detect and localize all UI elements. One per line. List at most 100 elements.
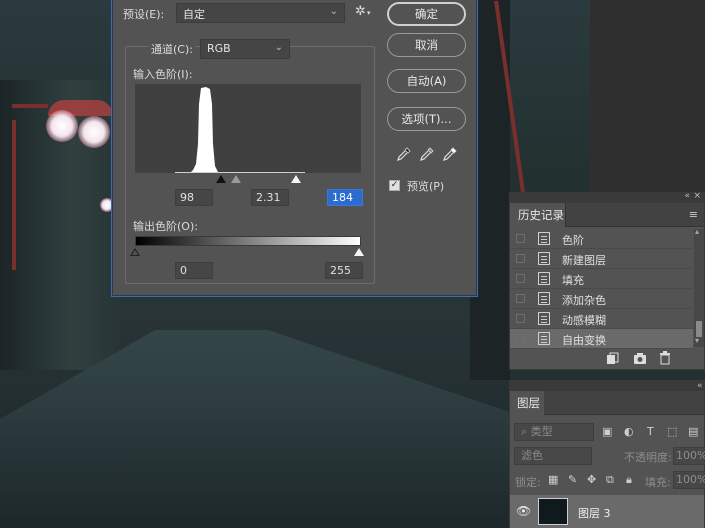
blend-mode-dropdown[interactable]: 滤色 — [514, 447, 592, 465]
snapshot-source-box[interactable] — [516, 274, 525, 283]
layer-thumbnail — [538, 498, 568, 525]
input-gamma-field[interactable]: 2.31 — [251, 189, 289, 206]
close-icon[interactable]: × — [693, 191, 701, 201]
output-black-field[interactable]: 0 — [175, 262, 213, 279]
history-item-label: 动感模糊 — [562, 314, 606, 327]
input-black-slider[interactable] — [216, 175, 226, 183]
white-point-eyedropper-icon[interactable] — [442, 146, 458, 162]
history-item[interactable]: 新建图层 — [510, 249, 693, 269]
history-item[interactable]: 动感模糊 — [510, 309, 693, 329]
history-item[interactable]: 色阶 — [510, 229, 693, 249]
output-gradient-bar — [135, 236, 361, 246]
lock-all-icon[interactable]: 🔒︎ — [626, 473, 632, 487]
history-panel: « × 历史记录 ≡ 色阶 新建图层 填充 添加杂色 动感模糊 自由变换 ▴ ▾ — [509, 191, 705, 370]
chevron-down-icon: ⌄ — [329, 6, 338, 17]
panel-topbar — [510, 381, 704, 391]
preset-label: 预设(E): — [123, 8, 165, 21]
snapshot-source-box[interactable] — [516, 334, 525, 343]
lamp-pole — [12, 120, 16, 270]
output-white-slider[interactable] — [354, 248, 364, 256]
preview-checkbox[interactable]: ✓ — [389, 180, 400, 191]
opacity-label: 不透明度: — [624, 451, 672, 464]
lock-position-icon[interactable]: ✥ — [587, 473, 596, 486]
ok-button[interactable]: 确定 — [387, 2, 466, 26]
snapshot-source-box[interactable] — [516, 314, 525, 323]
history-item[interactable]: 填充 — [510, 269, 693, 289]
channel-value: RGB — [207, 42, 231, 55]
input-white-slider[interactable] — [291, 175, 301, 183]
fill-label: 填充: — [645, 476, 671, 489]
auto-button[interactable]: 自动(A) — [387, 69, 466, 93]
gear-menu-arrow-icon: ▾ — [367, 9, 371, 17]
snapshot-source-box[interactable] — [516, 234, 525, 243]
search-icon: ⌕ — [521, 425, 528, 438]
panel-menu-icon[interactable]: ≡ — [689, 208, 698, 221]
preset-dropdown[interactable]: 自定 ⌄ — [176, 3, 345, 23]
history-item-label: 新建图层 — [562, 254, 606, 267]
channel-label: 通道(C): — [149, 41, 195, 57]
channel-dropdown[interactable]: RGB ⌄ — [200, 39, 290, 59]
smart-object-filter-icon[interactable]: ▤ — [688, 425, 698, 438]
history-tabs: 历史记录 ≡ — [510, 203, 704, 227]
tab-layers[interactable]: 图层 — [510, 391, 544, 415]
shape-filter-icon[interactable]: ⬚ — [667, 425, 677, 438]
preview-label: 预览(P) — [407, 180, 445, 193]
visibility-eye-icon[interactable]: 👁︎ — [516, 504, 531, 518]
lock-artboard-icon[interactable]: ⧉ — [606, 473, 614, 487]
snapshot-source-box[interactable] — [516, 254, 525, 263]
history-state-icon — [538, 332, 550, 345]
fill-field[interactable]: 100% — [673, 471, 705, 489]
history-item-active[interactable]: 自由变换 — [510, 329, 693, 349]
history-state-icon — [538, 232, 550, 245]
history-item-label: 色阶 — [562, 234, 584, 247]
history-state-icon — [538, 292, 550, 305]
layer-filter-dropdown[interactable]: ⌕ 类型 — [514, 423, 594, 441]
collapse-icon[interactable]: « — [697, 381, 703, 391]
adjustment-filter-icon[interactable]: ◐ — [624, 425, 634, 438]
layers-panel: 图层 ⌕ 类型 ▣ ◐ T ⬚ ▤ 滤色 不透明度: 100% 锁定: ▦ ✎ … — [509, 380, 705, 528]
history-item[interactable]: 添加杂色 — [510, 289, 693, 309]
layers-tabs: 图层 — [510, 391, 704, 415]
pixel-filter-icon[interactable]: ▣ — [602, 425, 612, 438]
input-black-field[interactable]: 98 — [175, 189, 213, 206]
gray-point-eyedropper-icon[interactable] — [419, 146, 435, 162]
lock-pixels-icon[interactable]: ✎ — [568, 473, 577, 486]
opacity-field[interactable]: 100% — [673, 447, 705, 465]
histogram — [135, 84, 361, 173]
input-gamma-slider[interactable] — [231, 175, 241, 183]
camera-icon[interactable] — [633, 352, 647, 365]
cancel-button[interactable]: 取消 — [387, 33, 466, 57]
street-lamp — [78, 116, 110, 148]
history-item-label: 自由变换 — [562, 334, 606, 347]
history-state-icon — [538, 312, 550, 325]
input-white-field[interactable]: 184 — [327, 189, 363, 206]
scroll-up-icon[interactable]: ▴ — [695, 227, 699, 236]
tab-history[interactable]: 历史记录 — [510, 203, 566, 227]
type-filter-icon[interactable]: T — [647, 425, 654, 438]
preset-gear-icon[interactable]: ✲ — [355, 4, 366, 19]
history-scrollbar[interactable]: ▴ ▾ — [694, 227, 704, 347]
output-black-slider[interactable] — [130, 248, 140, 256]
layer-name: 图层 3 — [578, 507, 611, 520]
panel-topbar: « × — [510, 191, 704, 203]
options-button[interactable]: 选项(T)... — [387, 107, 466, 131]
canvas-pasteboard — [590, 0, 705, 192]
collapse-icon[interactable]: « — [684, 191, 690, 201]
scroll-thumb[interactable] — [696, 321, 702, 337]
trash-icon[interactable] — [659, 351, 671, 365]
street-lamp — [46, 110, 78, 142]
snapshot-source-box[interactable] — [516, 294, 525, 303]
black-point-eyedropper-icon[interactable] — [396, 146, 412, 162]
scroll-down-icon[interactable]: ▾ — [695, 336, 699, 345]
chevron-down-icon: ⌄ — [274, 42, 283, 53]
new-document-from-state-icon[interactable] — [606, 352, 620, 365]
layer-row[interactable]: 👁︎ 图层 3 — [510, 495, 704, 528]
history-state-icon — [538, 272, 550, 285]
history-footer — [510, 349, 704, 369]
history-state-icon — [538, 252, 550, 265]
history-item-label: 填充 — [562, 274, 584, 287]
lamp-pole — [12, 104, 48, 108]
lock-transparency-icon[interactable]: ▦ — [548, 473, 558, 486]
output-levels-label: 输出色阶(O): — [133, 220, 198, 233]
output-white-field[interactable]: 255 — [325, 262, 363, 279]
